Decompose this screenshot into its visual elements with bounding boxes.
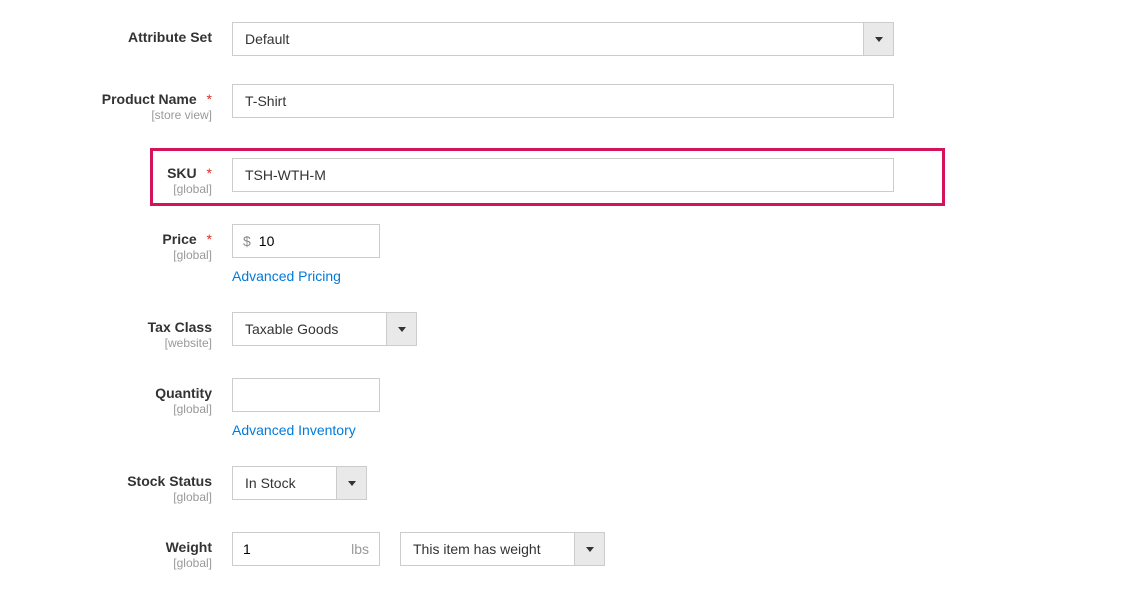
chevron-down-icon — [574, 533, 604, 565]
required-marker: * — [207, 91, 212, 107]
weight-scope: [global] — [0, 556, 212, 570]
row-stock-status: Stock Status [global] In Stock — [0, 466, 1140, 504]
stock-status-select[interactable]: In Stock — [232, 466, 367, 500]
control-col: Taxable Goods — [232, 312, 417, 346]
tax-class-label: Tax Class — [148, 319, 212, 335]
advanced-inventory-link[interactable]: Advanced Inventory — [232, 422, 356, 438]
control-col — [232, 158, 894, 192]
stock-status-scope: [global] — [0, 490, 212, 504]
row-weight: Weight [global] lbs This item has weight — [0, 532, 1140, 570]
tax-class-scope: [website] — [0, 336, 212, 350]
price-field-wrap[interactable]: $ — [232, 224, 380, 258]
required-marker: * — [207, 165, 212, 181]
control-col: $ Advanced Pricing — [232, 224, 380, 284]
label-col: SKU * [global] — [0, 158, 232, 196]
sku-scope: [global] — [0, 182, 212, 196]
tax-class-select[interactable]: Taxable Goods — [232, 312, 417, 346]
tax-class-value: Taxable Goods — [233, 313, 386, 345]
control-col: lbs This item has weight — [232, 532, 605, 566]
row-price: Price * [global] $ Advanced Pricing — [0, 224, 1140, 284]
product-name-label: Product Name — [102, 91, 197, 107]
stock-status-value: In Stock — [233, 467, 336, 499]
chevron-down-icon — [386, 313, 416, 345]
weight-field-wrap[interactable]: lbs — [232, 532, 380, 566]
row-quantity: Quantity [global] Advanced Inventory — [0, 378, 1140, 438]
product-name-input[interactable] — [232, 84, 894, 118]
price-scope: [global] — [0, 248, 212, 262]
quantity-input[interactable] — [232, 378, 380, 412]
control-col: Advanced Inventory — [232, 378, 380, 438]
quantity-label: Quantity — [155, 385, 212, 401]
row-sku: SKU * [global] — [0, 150, 1140, 204]
control-col — [232, 84, 894, 118]
attribute-set-label: Attribute Set — [128, 29, 212, 45]
price-label: Price — [162, 231, 196, 247]
required-marker: * — [207, 231, 212, 247]
attribute-set-select[interactable]: Default — [232, 22, 894, 56]
row-attribute-set: Attribute Set Default — [0, 22, 1140, 56]
stock-status-label: Stock Status — [127, 473, 212, 489]
product-name-scope: [store view] — [0, 108, 212, 122]
label-col: Weight [global] — [0, 532, 232, 570]
label-col: Stock Status [global] — [0, 466, 232, 504]
control-col: In Stock — [232, 466, 367, 500]
label-col: Quantity [global] — [0, 378, 232, 416]
label-col: Product Name * [store view] — [0, 84, 232, 122]
sku-input[interactable] — [232, 158, 894, 192]
currency-symbol: $ — [233, 233, 255, 249]
weight-label: Weight — [166, 539, 212, 555]
weight-has-weight-select[interactable]: This item has weight — [400, 532, 605, 566]
advanced-pricing-link[interactable]: Advanced Pricing — [232, 268, 341, 284]
price-input[interactable] — [255, 226, 355, 256]
chevron-down-icon — [336, 467, 366, 499]
chevron-down-icon — [863, 23, 893, 55]
weight-unit: lbs — [351, 541, 379, 557]
row-product-name: Product Name * [store view] — [0, 84, 1140, 122]
weight-has-weight-value: This item has weight — [401, 533, 574, 565]
weight-input[interactable] — [233, 534, 333, 564]
sku-label: SKU — [167, 165, 197, 181]
control-col: Default — [232, 22, 894, 56]
label-col: Attribute Set — [0, 22, 232, 45]
label-col: Price * [global] — [0, 224, 232, 262]
quantity-scope: [global] — [0, 402, 212, 416]
attribute-set-value: Default — [233, 23, 863, 55]
label-col: Tax Class [website] — [0, 312, 232, 350]
row-tax-class: Tax Class [website] Taxable Goods — [0, 312, 1140, 350]
